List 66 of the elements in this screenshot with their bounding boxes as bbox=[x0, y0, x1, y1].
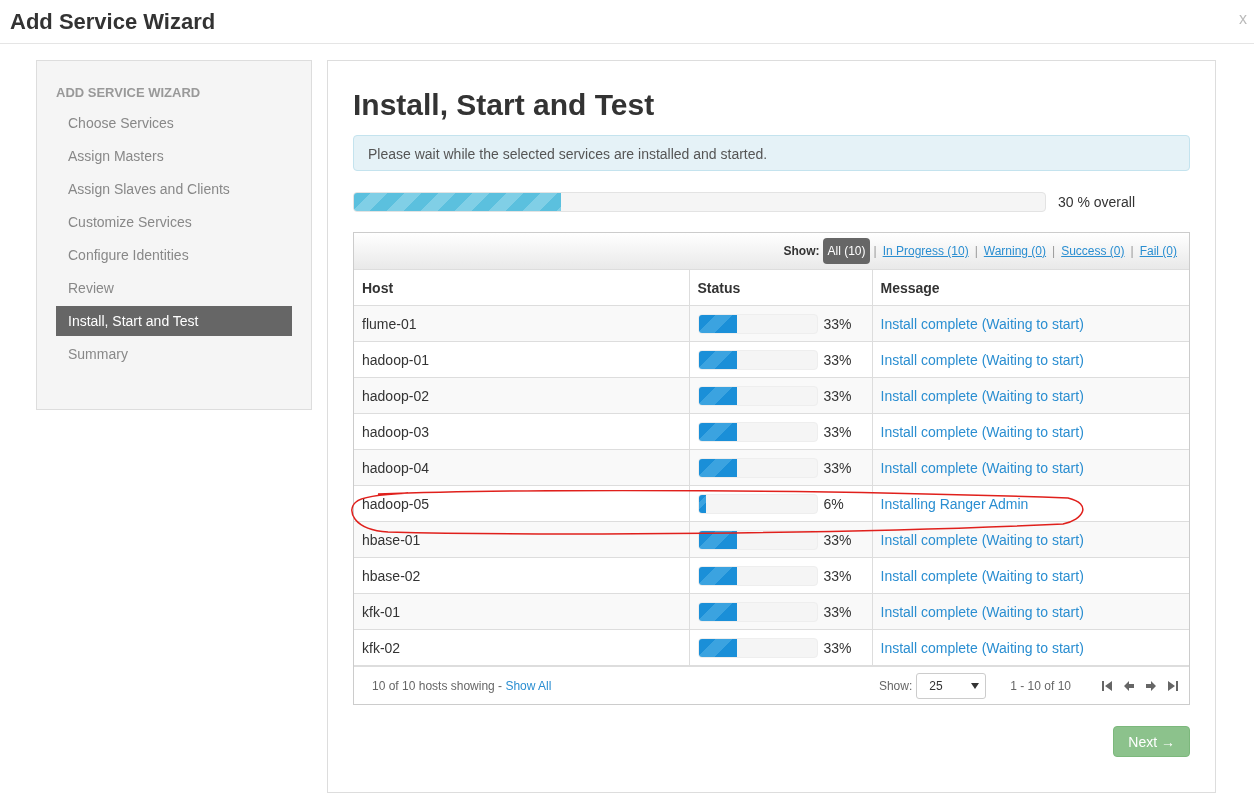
host-cell: hadoop-01 bbox=[354, 341, 689, 378]
percent-text: 33% bbox=[823, 387, 852, 404]
separator: | bbox=[872, 244, 878, 258]
message-link[interactable]: Install complete (Waiting to start) bbox=[880, 387, 1084, 404]
message-link[interactable]: Install complete (Waiting to start) bbox=[880, 639, 1084, 656]
column-header: Host bbox=[354, 269, 689, 306]
sidebar-item[interactable]: Choose Services bbox=[56, 108, 292, 138]
message-link[interactable]: Install complete (Waiting to start) bbox=[880, 315, 1084, 332]
first-page-icon[interactable] bbox=[1101, 679, 1113, 692]
next-button[interactable]: Next → bbox=[1113, 726, 1190, 757]
sidebar-item[interactable]: Install, Start and Test bbox=[56, 306, 292, 336]
host-cell: kfk-02 bbox=[354, 629, 689, 666]
message-link[interactable]: Install complete (Waiting to start) bbox=[880, 567, 1084, 584]
separator: | bbox=[1051, 244, 1057, 258]
filter-link[interactable]: Warning (0) bbox=[981, 244, 1049, 258]
host-cell: hadoop-04 bbox=[354, 449, 689, 486]
sidebar-item[interactable]: Review bbox=[56, 273, 292, 303]
caret-icon bbox=[971, 682, 980, 689]
message-link[interactable]: Install complete (Waiting to start) bbox=[880, 603, 1084, 620]
column-header: Message bbox=[872, 269, 1189, 306]
sidebar-item[interactable]: Summary bbox=[56, 339, 292, 369]
separator: | bbox=[1129, 244, 1135, 258]
percent-text: 33% bbox=[823, 531, 852, 548]
percent-text: 6% bbox=[823, 495, 844, 512]
separator: | bbox=[973, 244, 979, 258]
info-alert: Please wait while the selected services are installed and started. bbox=[353, 135, 1190, 171]
arrow-left-icon[interactable] bbox=[1123, 679, 1135, 692]
hosts-summary: 10 of 10 hosts showing - bbox=[372, 678, 503, 693]
percent-text: 33% bbox=[823, 603, 852, 620]
sidebar-item[interactable]: Configure Identities bbox=[56, 240, 292, 270]
overall-progress-text: 30 % overall bbox=[1058, 194, 1136, 210]
last-page-icon[interactable] bbox=[1167, 679, 1179, 692]
filter-link[interactable]: Fail (0) bbox=[1137, 244, 1179, 258]
percent-text: 33% bbox=[823, 423, 852, 440]
sidebar-item[interactable]: Assign Slaves and Clients bbox=[56, 174, 292, 204]
host-cell: hadoop-03 bbox=[354, 413, 689, 450]
host-cell: flume-01 bbox=[354, 305, 689, 342]
page-size-label: Show: bbox=[878, 678, 913, 693]
page-size-select[interactable]: 25 bbox=[916, 672, 987, 699]
host-cell: hbase-02 bbox=[354, 557, 689, 594]
filter-link[interactable]: Success (0) bbox=[1059, 244, 1127, 258]
arrow-right-icon[interactable] bbox=[1145, 679, 1157, 692]
sidebar-item[interactable]: Assign Masters bbox=[56, 141, 292, 171]
column-header: Status bbox=[689, 269, 872, 306]
percent-text: 33% bbox=[823, 639, 852, 656]
message-link[interactable]: Install complete (Waiting to start) bbox=[880, 423, 1084, 440]
filter-link[interactable]: In Progress (10) bbox=[880, 244, 971, 258]
percent-text: 33% bbox=[823, 567, 852, 584]
window-title: Add Service Wizard bbox=[10, 8, 216, 35]
percent-text: 33% bbox=[823, 315, 852, 332]
close-button[interactable]: x bbox=[1239, 10, 1247, 28]
message-link[interactable]: Installing Ranger Admin bbox=[880, 495, 1029, 512]
host-cell: hadoop-02 bbox=[354, 377, 689, 414]
show-all-link[interactable]: Show All bbox=[505, 678, 552, 693]
sidebar-heading: ADD SERVICE WIZARD bbox=[56, 84, 202, 102]
filter-link[interactable]: All (10) bbox=[823, 238, 870, 264]
sidebar-item[interactable]: Customize Services bbox=[56, 207, 292, 237]
message-link[interactable]: Install complete (Waiting to start) bbox=[880, 351, 1084, 368]
percent-text: 33% bbox=[823, 459, 852, 476]
filter-label: Show: bbox=[783, 244, 820, 258]
percent-text: 33% bbox=[823, 351, 852, 368]
message-link[interactable]: Install complete (Waiting to start) bbox=[880, 531, 1084, 548]
message-link[interactable]: Install complete (Waiting to start) bbox=[880, 459, 1084, 476]
page-range: 1 - 10 of 10 bbox=[1010, 678, 1071, 693]
page-title: Install, Start and Test bbox=[353, 87, 656, 123]
host-cell: kfk-01 bbox=[354, 593, 689, 630]
